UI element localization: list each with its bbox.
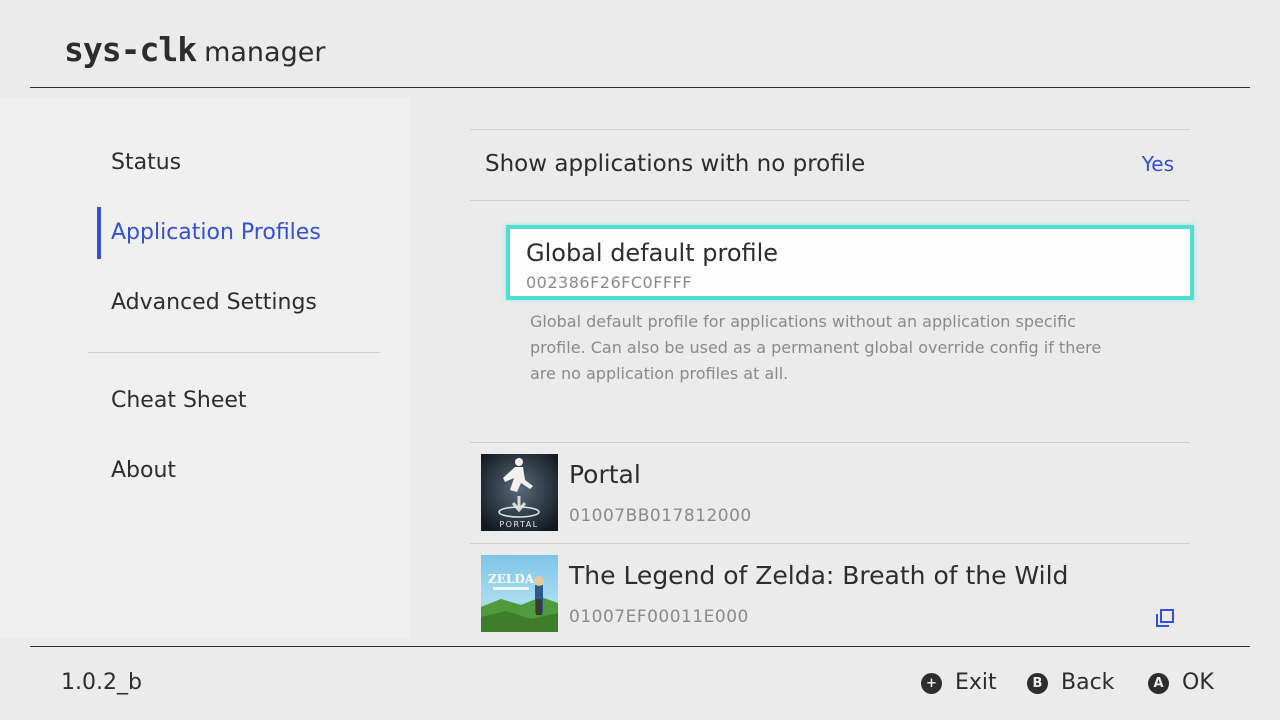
global-profile-title: Global default profile — [526, 239, 779, 267]
back-button[interactable]: B Back — [1027, 668, 1114, 698]
back-label: Back — [1061, 670, 1115, 695]
svg-text:ZELDA: ZELDA — [488, 572, 535, 586]
divider — [470, 200, 1190, 201]
show-no-profile-toggle[interactable]: Show applications with no profile — [485, 148, 865, 180]
sidebar-item-status[interactable]: Status — [111, 148, 181, 178]
global-profile-item[interactable]: Global default profile 002386F26FC0FFFF — [506, 225, 1194, 300]
app-row-portal[interactable]: PORTAL Portal 01007BB017812000 — [470, 444, 1190, 544]
footer-divider — [30, 646, 1250, 647]
app-subtitle: manager — [204, 37, 326, 68]
app-id: 01007BB017812000 — [569, 506, 752, 526]
sidebar-divider — [88, 352, 380, 353]
sidebar-item-cheat-sheet[interactable]: Cheat Sheet — [111, 386, 247, 416]
app-name: Portal — [569, 460, 641, 489]
header: sys-clk manager — [0, 0, 1280, 88]
portal-thumbnail: PORTAL — [481, 454, 558, 531]
ok-label: OK — [1182, 670, 1214, 695]
svg-text:PORTAL: PORTAL — [499, 520, 538, 529]
app-name: sys-clk — [64, 30, 197, 69]
page-title: sys-clk manager — [64, 30, 325, 73]
sidebar-item-application-profiles[interactable]: Application Profiles — [111, 218, 321, 248]
ok-button[interactable]: A OK — [1148, 668, 1214, 698]
toggle-value[interactable]: Yes — [1142, 150, 1174, 178]
copy-icon[interactable] — [1154, 607, 1176, 629]
app-id: 01007EF00011E000 — [569, 607, 749, 627]
sidebar: Status Application Profiles Advanced Set… — [0, 98, 410, 638]
divider — [470, 129, 1190, 130]
divider — [470, 442, 1190, 443]
version-label: 1.0.2_b — [61, 670, 142, 695]
divider — [470, 543, 1190, 544]
main-content: Show applications with no profile Yes Gl… — [410, 88, 1280, 646]
zelda-thumbnail: ZELDA — [481, 555, 558, 632]
sidebar-item-advanced-settings[interactable]: Advanced Settings — [111, 288, 317, 318]
sidebar-item-about[interactable]: About — [111, 456, 176, 486]
plus-button-icon: + — [921, 672, 942, 694]
active-indicator — [97, 207, 101, 259]
app-row-zelda[interactable]: ZELDA The Legend of Zelda: Breath of the… — [470, 545, 1190, 645]
exit-button[interactable]: + Exit — [921, 668, 997, 698]
global-profile-id: 002386F26FC0FFFF — [526, 273, 693, 292]
global-profile-description: Global default profile for applications … — [530, 312, 1102, 383]
exit-label: Exit — [955, 670, 997, 695]
app-name: The Legend of Zelda: Breath of the Wild — [569, 561, 1069, 590]
b-button-icon: B — [1027, 672, 1048, 694]
a-button-icon: A — [1148, 672, 1169, 694]
